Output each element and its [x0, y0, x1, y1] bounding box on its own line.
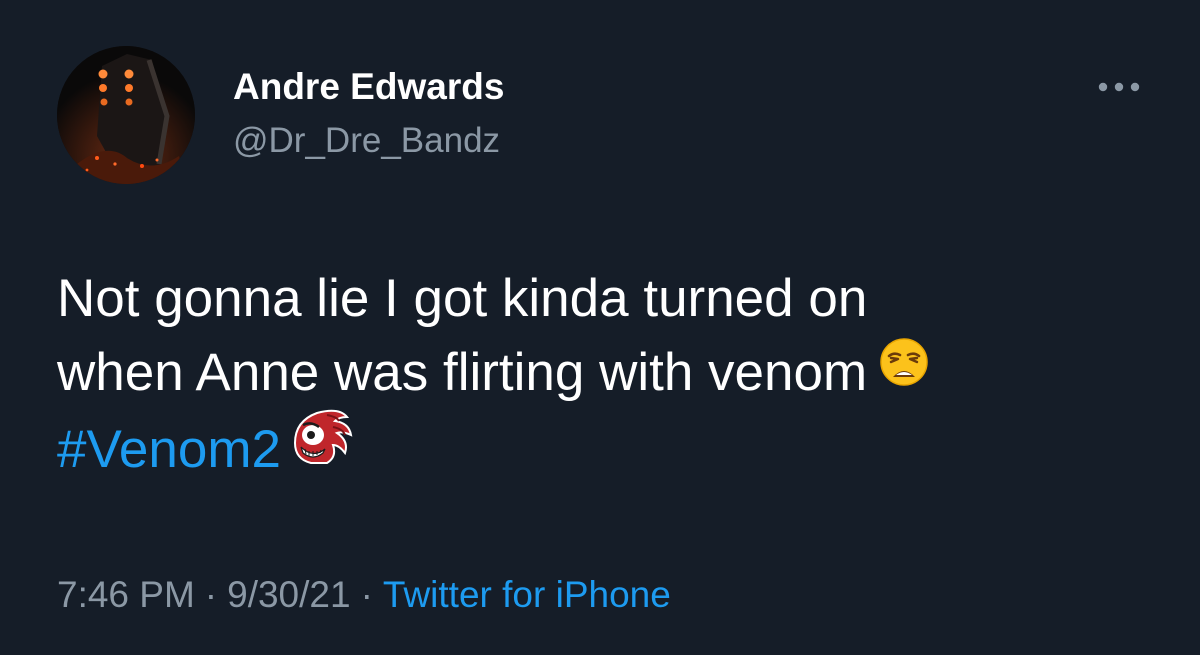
tweet-line-2: when Anne was flirting with venom	[57, 336, 1157, 413]
tweet-line-2-text: when Anne was flirting with venom	[57, 343, 868, 402]
tweet-source-link[interactable]: Twitter for iPhone	[383, 574, 671, 615]
tweet-date[interactable]: 9/30/21	[227, 574, 350, 615]
more-options-icon[interactable]	[1093, 72, 1145, 102]
tweet-line-3: #Venom2	[57, 409, 1157, 493]
tweet-text: Not gonna lie I got kinda turned on when…	[57, 262, 1157, 493]
tweet-card: Andre Edwards @Dr_Dre_Bandz Not gonna li…	[0, 0, 1200, 655]
meta-separator: ·	[204, 574, 218, 615]
user-handle[interactable]: @Dr_Dre_Bandz	[233, 120, 500, 162]
meta-separator: ·	[360, 574, 373, 615]
hashtag-link[interactable]: #Venom2	[57, 420, 281, 479]
tweet-metadata: 7:46 PM · 9/30/21 · Twitter for iPhone	[57, 572, 671, 618]
knuckles-emoji-icon	[287, 407, 353, 487]
display-name[interactable]: Andre Edwards	[233, 66, 504, 108]
avatar[interactable]	[57, 46, 195, 184]
tweet-line-1: Not gonna lie I got kinda turned on	[57, 269, 868, 328]
weary-face-emoji-icon	[879, 333, 929, 407]
tweet-time[interactable]: 7:46 PM	[57, 574, 195, 615]
